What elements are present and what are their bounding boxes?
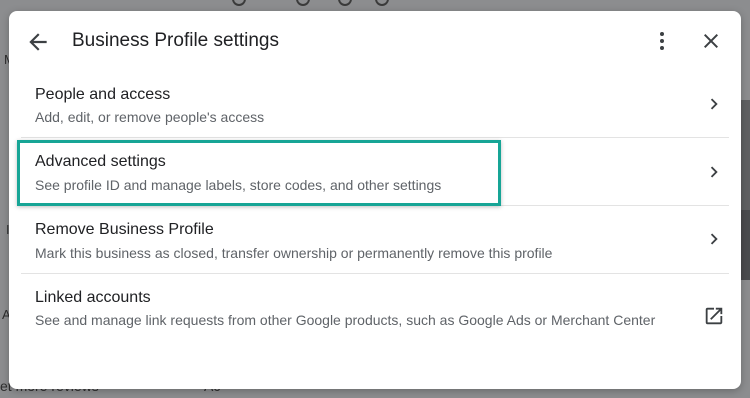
more-vert-icon [660, 32, 664, 50]
row-title: Advanced settings [35, 153, 166, 170]
back-button[interactable] [25, 29, 51, 55]
row-subtitle: See and manage link requests from other … [35, 312, 656, 328]
chevron-right-icon [710, 98, 718, 110]
chevron-right-icon [710, 166, 718, 178]
more-options-button[interactable] [650, 29, 674, 53]
settings-row-people-and-access[interactable]: People and access Add, edit, or remove p… [21, 73, 729, 137]
background-icon [338, 0, 352, 6]
background-icon [375, 0, 389, 6]
arrow-back-icon [29, 33, 47, 51]
dialog-header: Business Profile settings [9, 11, 741, 73]
row-title: Remove Business Profile [35, 221, 214, 238]
settings-dialog: Business Profile settings People and acc… [9, 11, 741, 389]
open-in-new-icon [705, 307, 723, 325]
row-subtitle: See profile ID and manage labels, store … [35, 177, 442, 193]
background-icon [232, 0, 246, 6]
settings-row-advanced-settings[interactable]: Advanced settings See profile ID and man… [21, 138, 729, 205]
close-icon [704, 34, 718, 48]
chevron-right-icon [710, 233, 718, 245]
background-image [741, 100, 750, 210]
row-title: Linked accounts [35, 289, 151, 306]
background-icon [296, 0, 310, 6]
background-image [741, 210, 750, 280]
row-title: People and access [35, 86, 171, 103]
row-subtitle: Add, edit, or remove people's access [35, 109, 265, 125]
row-subtitle: Mark this business as closed, transfer o… [35, 245, 553, 261]
settings-row-linked-accounts[interactable]: Linked accounts See and manage link requ… [21, 274, 729, 369]
background-toolbar-icons [232, 0, 412, 8]
close-button[interactable] [699, 29, 723, 53]
settings-row-remove-business-profile[interactable]: Remove Business Profile Mark this busine… [21, 206, 729, 273]
dialog-title: Business Profile settings [72, 30, 279, 51]
